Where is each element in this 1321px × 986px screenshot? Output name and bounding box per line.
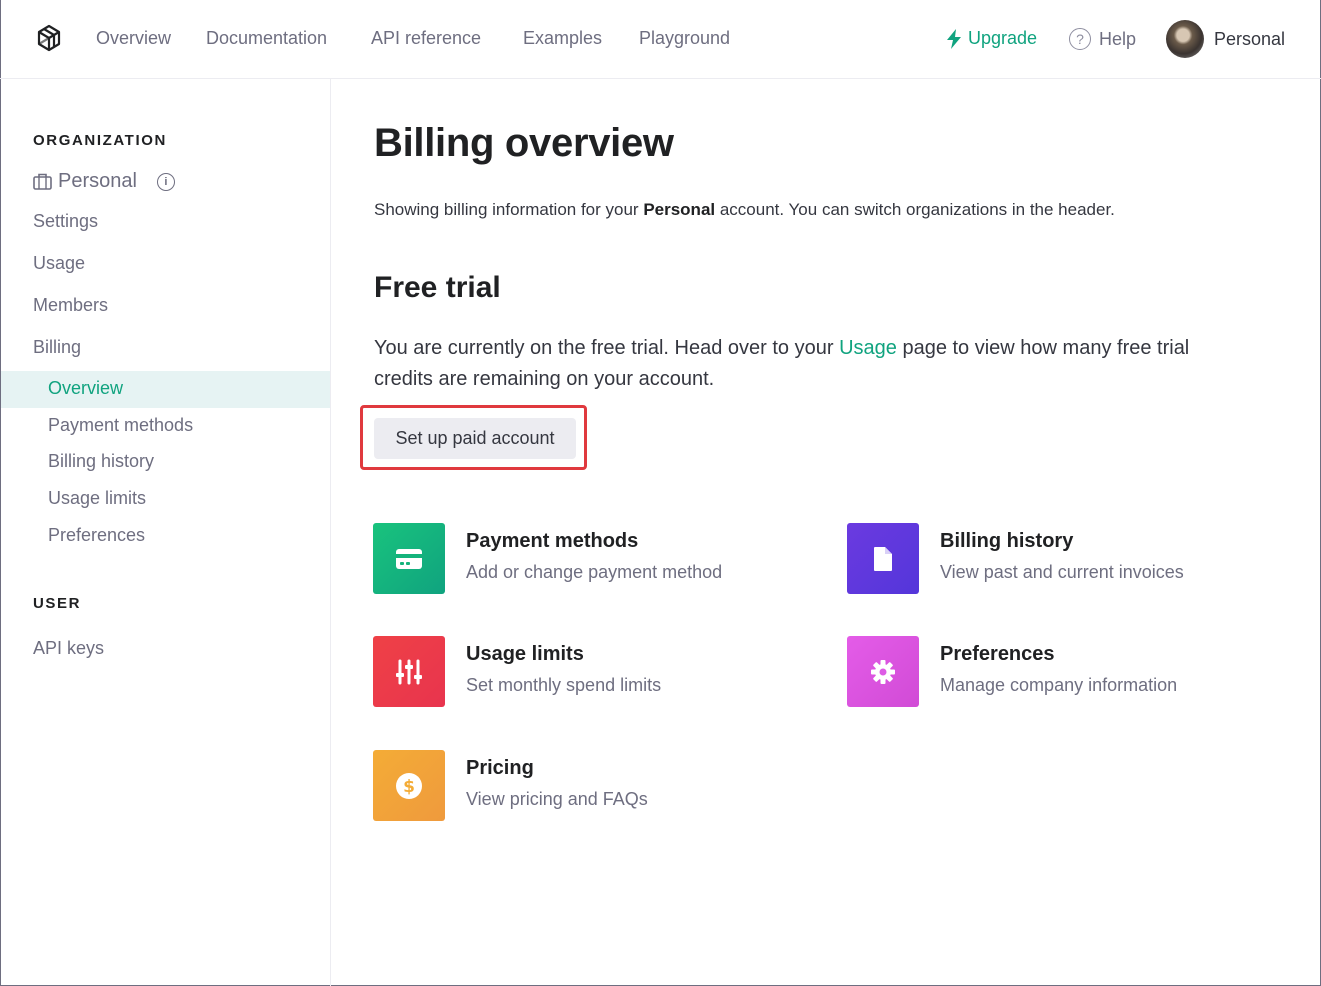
card-preferences[interactable]: Preferences Manage company information [847, 636, 1177, 707]
nav-documentation[interactable]: Documentation [206, 28, 327, 49]
set-up-paid-account-button[interactable]: Set up paid account [374, 418, 576, 459]
nav-overview[interactable]: Overview [96, 28, 171, 49]
org-name: Personal [58, 170, 137, 192]
sidebar-item-members[interactable]: Members [33, 295, 108, 316]
account-menu[interactable]: Personal [1166, 20, 1285, 58]
card-pricing[interactable]: $ Pricing View pricing and FAQs [373, 750, 648, 821]
sidebar-item-preferences[interactable]: Preferences [48, 525, 145, 546]
card-payment-methods[interactable]: Payment methods Add or change payment me… [373, 523, 722, 594]
question-circle-icon: ? [1069, 28, 1091, 50]
free-trial-text: You are currently on the free trial. Hea… [374, 337, 1190, 390]
account-label: Personal [1214, 28, 1286, 49]
sidebar-item-billing-history[interactable]: Billing history [48, 451, 154, 472]
upgrade-button[interactable]: Upgrade [946, 28, 1037, 49]
card-title: Billing history [940, 530, 1074, 552]
sidebar-item-api-keys[interactable]: API keys [33, 638, 104, 659]
card-usage-limits[interactable]: Usage limits Set monthly spend limits [373, 636, 661, 707]
card-title: Pricing [466, 757, 534, 779]
usage-link[interactable]: Usage [839, 337, 897, 359]
sliders-icon [373, 636, 445, 707]
org-selector[interactable]: Personal i [33, 170, 175, 193]
sidebar-item-usage-limits[interactable]: Usage limits [48, 488, 146, 509]
sidebar-item-settings[interactable]: Settings [33, 211, 98, 232]
card-description: Manage company information [940, 675, 1178, 695]
card-title: Payment methods [466, 530, 639, 552]
organization-section-label: ORGANIZATION [33, 132, 167, 149]
user-section-label: USER [33, 595, 82, 612]
sidebar-item-usage[interactable]: Usage [33, 253, 85, 274]
lightning-icon [947, 28, 961, 49]
card-title: Usage limits [466, 643, 584, 665]
free-trial-heading: Free trial [374, 271, 501, 304]
info-icon[interactable]: i [156, 172, 175, 191]
nav-api-reference[interactable]: API reference [371, 28, 481, 49]
subtitle-org-name: Personal [643, 200, 716, 219]
card-title: Preferences [940, 643, 1055, 665]
card-billing-history[interactable]: Billing history View past and current in… [847, 523, 1184, 594]
svg-text:$: $ [403, 777, 415, 797]
dollar-icon: $ [373, 750, 445, 821]
card-description: Set monthly spend limits [466, 675, 662, 695]
document-icon [847, 523, 919, 594]
briefcase-icon [33, 173, 52, 190]
top-header: Overview Documentation API reference Exa… [0, 0, 1321, 79]
help-label: Help [1099, 28, 1137, 49]
openai-logo-icon[interactable] [32, 22, 66, 56]
sidebar-item-payment-methods[interactable]: Payment methods [48, 415, 193, 436]
sidebar-item-billing-overview[interactable]: Overview [48, 378, 123, 399]
card-description: View pricing and FAQs [466, 789, 648, 809]
gear-icon [847, 636, 919, 707]
sidebar: ORGANIZATION Personal i Settings Usage M… [0, 79, 331, 986]
card-description: Add or change payment method [466, 562, 723, 582]
nav-playground[interactable]: Playground [639, 28, 730, 49]
upgrade-label: Upgrade [968, 28, 1038, 48]
help-button[interactable]: ? Help [1069, 28, 1136, 50]
card-description: View past and current invoices [940, 562, 1184, 582]
main-content: Billing overview Showing billing informa… [331, 79, 1320, 986]
avatar [1166, 20, 1204, 58]
nav-examples[interactable]: Examples [523, 28, 602, 49]
billing-subtitle: Showing billing information for your Per… [374, 200, 1115, 219]
credit-card-icon [373, 523, 445, 594]
sidebar-item-billing[interactable]: Billing [33, 337, 81, 358]
page-title: Billing overview [374, 121, 674, 165]
